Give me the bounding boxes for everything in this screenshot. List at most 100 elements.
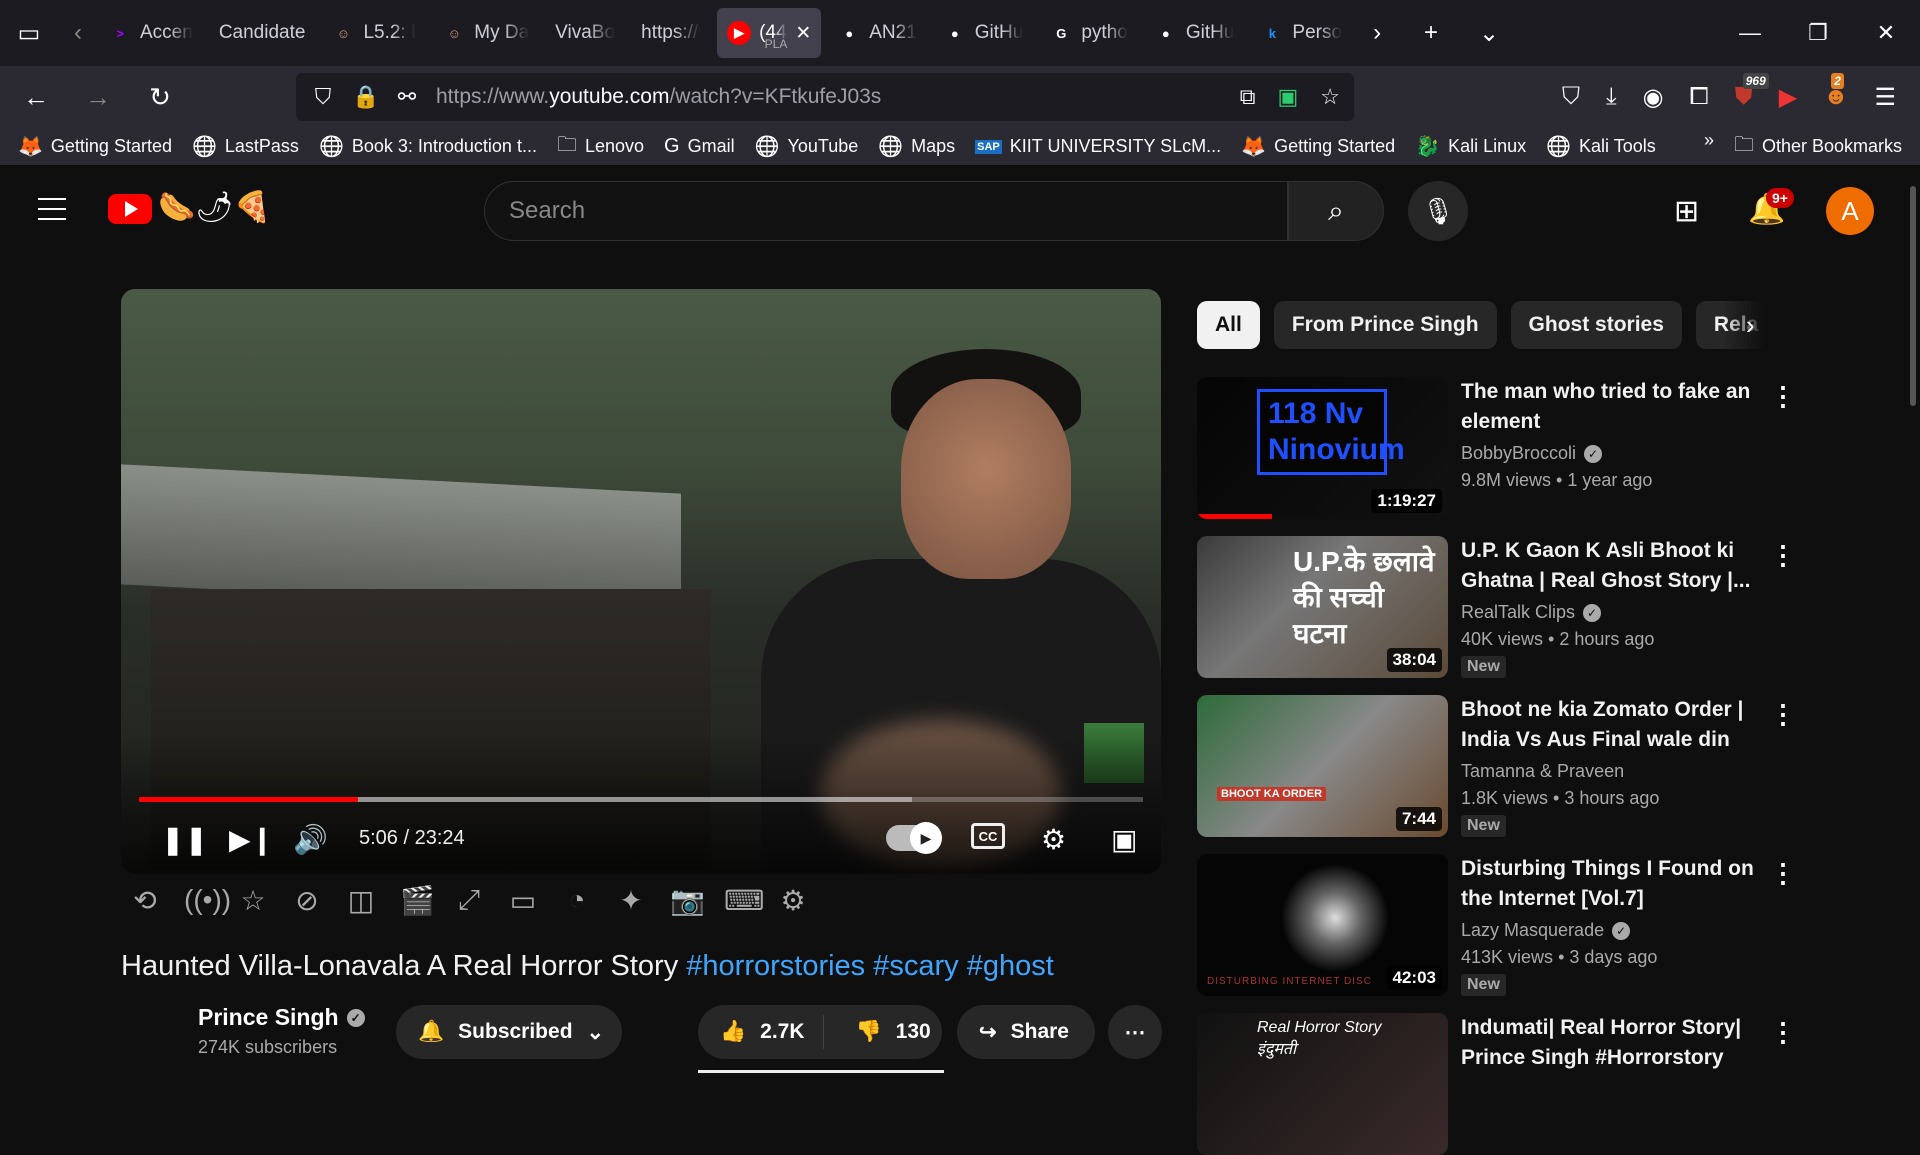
more-options-icon[interactable]: ⋮ — [1770, 699, 1796, 730]
bookmark-item[interactable]: 🦊 Getting Started — [18, 130, 172, 164]
hashtag-link[interactable]: #ghost — [967, 950, 1054, 982]
recommendation-channel[interactable]: Lazy Masquerade ✓ — [1461, 920, 1771, 941]
list-all-tabs-icon[interactable]: ⌄ — [1460, 0, 1518, 66]
settings-button[interactable]: ⚙ — [1041, 817, 1066, 861]
speed-icon[interactable]: ◔ — [562, 884, 592, 917]
tab-scroll-left-icon[interactable]: ‹ — [58, 0, 98, 66]
recommendation-title[interactable]: Indumati| Real Horror Story| Prince Sing… — [1461, 1013, 1771, 1073]
lock-icon[interactable]: 🔒 — [352, 84, 379, 110]
recommendation-item[interactable]: Real Horror Story इंदुमती Indumati| Real … — [1197, 1013, 1917, 1155]
bookmark-item[interactable]: 🦊 Getting Started — [1241, 130, 1395, 164]
cinema-mode-icon[interactable]: ◫ — [346, 884, 376, 917]
video-thumbnail[interactable]: Real Horror Story इंदुमती — [1197, 1013, 1448, 1155]
shield-icon[interactable]: ⛉ — [310, 84, 336, 110]
more-options-icon[interactable]: ⋮ — [1770, 1017, 1796, 1048]
bookmark-item[interactable]: 🌐 LastPass — [192, 130, 299, 164]
browser-tab[interactable]: ☺ My Da — [432, 8, 539, 58]
mute-button[interactable]: 🔊 — [293, 817, 328, 861]
downloads-icon[interactable]: ⤓ — [1606, 83, 1617, 111]
create-video-icon[interactable]: ⊞ — [1674, 194, 1699, 229]
ads-blocker-icon[interactable]: ⊘ — [292, 884, 322, 917]
miniplayer-button[interactable]: ▣ — [1111, 817, 1137, 861]
video-thumbnail[interactable]: BHOOT KA ORDER 7:44 — [1197, 695, 1448, 837]
minimize-icon[interactable]: — — [1716, 0, 1784, 66]
reload-icon[interactable]: ↻ — [134, 71, 186, 123]
permissions-icon[interactable]: ⚯ — [394, 84, 420, 110]
new-tab-button[interactable]: + — [1402, 0, 1460, 66]
subtitles-button[interactable]: CC — [971, 823, 1005, 849]
like-button[interactable]: 👍 2.7K — [698, 1015, 824, 1049]
recommendation-title[interactable]: Disturbing Things I Found on the Interne… — [1461, 854, 1771, 914]
tab-scroll-right-icon[interactable]: › — [1352, 0, 1402, 66]
more-bookmarks-icon[interactable]: » — [1704, 130, 1714, 164]
youtube-logo[interactable] — [108, 194, 152, 224]
forward-icon[interactable]: → — [72, 71, 124, 123]
hashtag-link[interactable]: #horrorstories — [686, 950, 865, 982]
bookmark-item[interactable]: 🌐 Kali Tools — [1546, 130, 1656, 164]
recommendation-channel[interactable]: BobbyBroccoli ✓ — [1461, 443, 1771, 464]
pause-button[interactable]: ❚❚ — [161, 817, 208, 861]
hashtag-link[interactable]: #scary — [873, 950, 958, 982]
pocket-icon[interactable]: ⛉ — [1562, 83, 1580, 111]
extensions-icon[interactable]: ⧠ — [1690, 83, 1709, 111]
browser-tab[interactable]: ● GitHu — [933, 8, 1034, 58]
more-actions-button[interactable]: ⋯ — [1108, 1005, 1162, 1059]
browser-tab[interactable]: ▶ (44 PLA ✕ — [717, 8, 822, 58]
back-icon[interactable]: ← — [10, 71, 62, 123]
expand-icon[interactable]: ⤢ — [454, 884, 484, 917]
other-bookmarks[interactable]: 🗀 Other Bookmarks — [1734, 130, 1902, 164]
effects-icon[interactable]: ✦ — [616, 884, 646, 917]
video-thumbnail[interactable]: U.P.के छलावे की सच्ची घटना 38:04 — [1197, 536, 1448, 678]
url-text[interactable]: https://www.youtube.com/watch?v=KFtkufeJ… — [436, 85, 881, 109]
video-thumbnail[interactable]: 118 Nv Ninovium 1:19:27 — [1197, 377, 1448, 519]
film-icon[interactable]: 🎬 — [400, 884, 435, 917]
keyboard-icon[interactable]: ⌨ — [724, 884, 764, 917]
account-avatar[interactable]: A — [1826, 187, 1874, 235]
bookmark-item[interactable]: G Gmail — [664, 130, 735, 164]
browser-tab[interactable]: Candidate — [209, 8, 316, 58]
browser-tab[interactable]: > Accen — [98, 8, 203, 58]
chip-from-channel[interactable]: From Prince Singh — [1273, 301, 1497, 349]
address-bar[interactable]: ⛉ 🔒 ⚯ https://www.youtube.com/watch?v=KF… — [296, 73, 1354, 121]
recommendation-item[interactable]: U.P.के छलावे की सच्ची घटना 38:04 U.P. K Ga… — [1197, 536, 1917, 678]
search-input[interactable]: Search — [484, 181, 1288, 241]
channel-name[interactable]: Prince Singh — [198, 1004, 339, 1031]
progress-bar[interactable] — [139, 797, 1143, 802]
browser-tab[interactable]: Gpytho — [1039, 8, 1137, 58]
chip-ghost-stories[interactable]: Ghost stories — [1510, 301, 1682, 349]
loop-icon[interactable]: ⟲ — [130, 884, 160, 917]
voice-search-button[interactable]: 🎙 — [1408, 181, 1468, 241]
screenshot-icon[interactable]: 📷 — [670, 884, 705, 917]
next-button[interactable]: ▶❙ — [229, 817, 274, 861]
extension-settings-icon[interactable]: ⚙ — [778, 884, 808, 917]
recommendation-item[interactable]: DISTURBING INTERNET DISC 42:03 Disturbing … — [1197, 854, 1917, 996]
bookmark-item[interactable]: 🌐 YouTube — [755, 130, 859, 164]
more-options-icon[interactable]: ⋮ — [1770, 540, 1796, 571]
recommendation-title[interactable]: The man who tried to fake an element — [1461, 377, 1771, 437]
recommendation-title[interactable]: Bhoot ne kia Zomato Order | India Vs Aus… — [1461, 695, 1771, 755]
doodle-icon[interactable]: 🌭🌶🍕 — [158, 190, 271, 225]
close-window-icon[interactable]: ✕ — [1852, 0, 1920, 66]
autoplay-toggle[interactable] — [886, 822, 942, 854]
more-options-icon[interactable]: ⋮ — [1770, 858, 1796, 889]
ublock-icon[interactable]: ⛊ 969 — [1735, 73, 1769, 111]
subscribed-button[interactable]: 🔔 Subscribed ⌄ — [396, 1005, 622, 1059]
audio-mode-icon[interactable]: ((•)) — [184, 884, 231, 917]
wide-mode-icon[interactable]: ▭ — [508, 884, 538, 917]
search-button[interactable]: ⌕ — [1288, 181, 1384, 241]
chip-all[interactable]: All — [1197, 301, 1260, 349]
tab-overview-icon[interactable]: ▭ — [0, 0, 58, 66]
dislike-button[interactable]: 👎 130 — [838, 1020, 949, 1044]
extension-page-icon[interactable]: ▣ — [1277, 84, 1298, 110]
video-thumbnail[interactable]: DISTURBING INTERNET DISC 42:03 — [1197, 854, 1448, 996]
browser-tab[interactable]: ● AN21 — [827, 8, 927, 58]
chips-next-icon[interactable]: › — [1746, 310, 1755, 341]
browser-tab[interactable]: https://viv — [631, 8, 711, 58]
recommendation-channel[interactable]: RealTalk Clips ✓ — [1461, 602, 1771, 623]
restore-icon[interactable]: ❐ — [1784, 0, 1852, 66]
share-button[interactable]: ↪ Share — [957, 1005, 1095, 1059]
recommendation-item[interactable]: BHOOT KA ORDER 7:44 Bhoot ne kia Zomato Or… — [1197, 695, 1917, 837]
chip-related[interactable]: Rela — [1695, 301, 1766, 349]
bookmark-item[interactable]: 🐉 Kali Linux — [1415, 130, 1526, 164]
guide-menu-icon[interactable] — [38, 198, 66, 220]
